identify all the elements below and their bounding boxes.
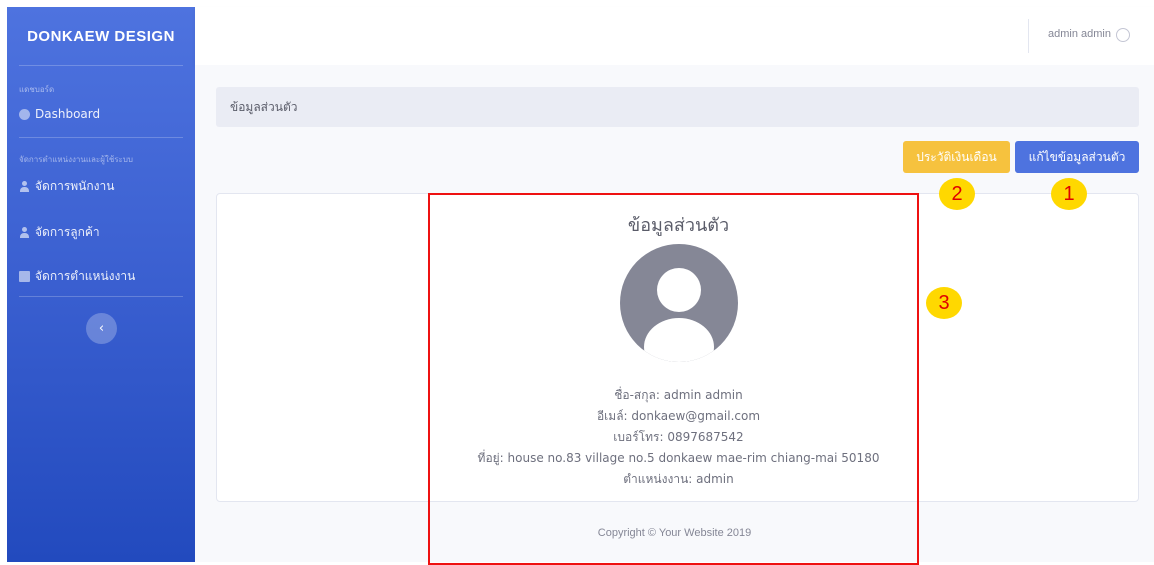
brand-logo[interactable]: DONKAEW DESIGN bbox=[7, 7, 195, 65]
sidebar-item-label: จัดการพนักงาน bbox=[35, 179, 115, 193]
sidebar-divider bbox=[19, 137, 183, 138]
sidebar-item-employees[interactable]: จัดการพนักงาน bbox=[19, 177, 114, 196]
address-label: ที่อยู่: bbox=[477, 451, 508, 465]
user-circle-icon[interactable] bbox=[1116, 28, 1130, 42]
chevron-left-icon: ‹ bbox=[98, 321, 105, 336]
sidebar-item-dashboard[interactable]: Dashboard bbox=[19, 107, 100, 121]
profile-position: ตำแหน่งงาน: admin bbox=[217, 470, 1140, 489]
user-icon bbox=[19, 181, 30, 192]
breadcrumb-current: ข้อมูลส่วนตัว bbox=[230, 99, 298, 114]
breadcrumb: ข้อมูลส่วนตัว bbox=[216, 87, 1139, 127]
salary-history-button[interactable]: ประวัติเงินเดือน bbox=[903, 141, 1010, 173]
annotation-marker-2: 2 bbox=[939, 178, 975, 210]
sidebar-divider bbox=[19, 296, 183, 297]
topbar-divider bbox=[1028, 19, 1029, 53]
tachometer-icon bbox=[19, 108, 30, 120]
user-name[interactable]: admin admin bbox=[1048, 28, 1111, 40]
profile-name: ชื่อ-สกุล: admin admin bbox=[217, 386, 1140, 405]
sidebar-item-label: จัดการลูกค้า bbox=[35, 225, 100, 239]
phone-label: เบอร์โทร: bbox=[613, 430, 668, 444]
name-value: admin admin bbox=[663, 388, 743, 402]
sidebar-item-label: Dashboard bbox=[35, 107, 101, 121]
sidebar: DONKAEW DESIGN แดชบอร์ด Dashboard จัดการ… bbox=[7, 7, 195, 562]
profile-title: ข้อมูลส่วนตัว bbox=[627, 215, 730, 236]
user-icon bbox=[19, 227, 30, 238]
sidebar-divider bbox=[19, 65, 183, 66]
edit-profile-button[interactable]: แก้ไขข้อมูลส่วนตัว bbox=[1015, 141, 1139, 173]
sidebar-item-customers[interactable]: จัดการลูกค้า bbox=[19, 223, 100, 242]
sidebar-item-positions[interactable]: จัดการตำแหน่งงาน bbox=[19, 267, 135, 286]
profile-phone: เบอร์โทร: 0897687542 bbox=[217, 428, 1140, 447]
sidebar-item-label: จัดการตำแหน่งงาน bbox=[35, 269, 136, 283]
annotation-marker-3: 3 bbox=[926, 287, 962, 319]
position-label: ตำแหน่งงาน: bbox=[623, 472, 697, 486]
profile-card: ข้อมูลส่วนตัว ชื่อ-สกุล: admin admin อีเ… bbox=[216, 193, 1139, 502]
sidebar-section-manage: จัดการตำแหน่งงานและผู้ใช้ระบบ bbox=[19, 155, 134, 164]
name-label: ชื่อ-สกุล: bbox=[614, 388, 664, 402]
profile-email: อีเมล์: donkaew@gmail.com bbox=[217, 407, 1140, 426]
email-label: อีเมล์: bbox=[596, 409, 632, 423]
sidebar-section-dashboard: แดชบอร์ด bbox=[19, 85, 55, 94]
email-value: donkaew@gmail.com bbox=[631, 409, 761, 423]
sidebar-toggle-button[interactable]: ‹ bbox=[86, 313, 117, 344]
phone-value: 0897687542 bbox=[667, 430, 744, 444]
avatar-head bbox=[657, 268, 701, 312]
app-frame: DONKAEW DESIGN แดชบอร์ด Dashboard จัดการ… bbox=[0, 0, 1154, 565]
avatar-body bbox=[644, 318, 714, 362]
id-badge-icon bbox=[19, 271, 30, 282]
topbar: admin admin bbox=[195, 7, 1154, 65]
footer-copyright: Copyright © Your Website 2019 bbox=[597, 527, 752, 539]
address-value: house no.83 village no.5 donkaew mae-rim… bbox=[507, 451, 880, 465]
profile-address: ที่อยู่: house no.83 village no.5 donkae… bbox=[217, 449, 1140, 468]
avatar bbox=[620, 244, 738, 362]
position-value: admin bbox=[696, 472, 734, 486]
annotation-marker-1: 1 bbox=[1051, 178, 1087, 210]
